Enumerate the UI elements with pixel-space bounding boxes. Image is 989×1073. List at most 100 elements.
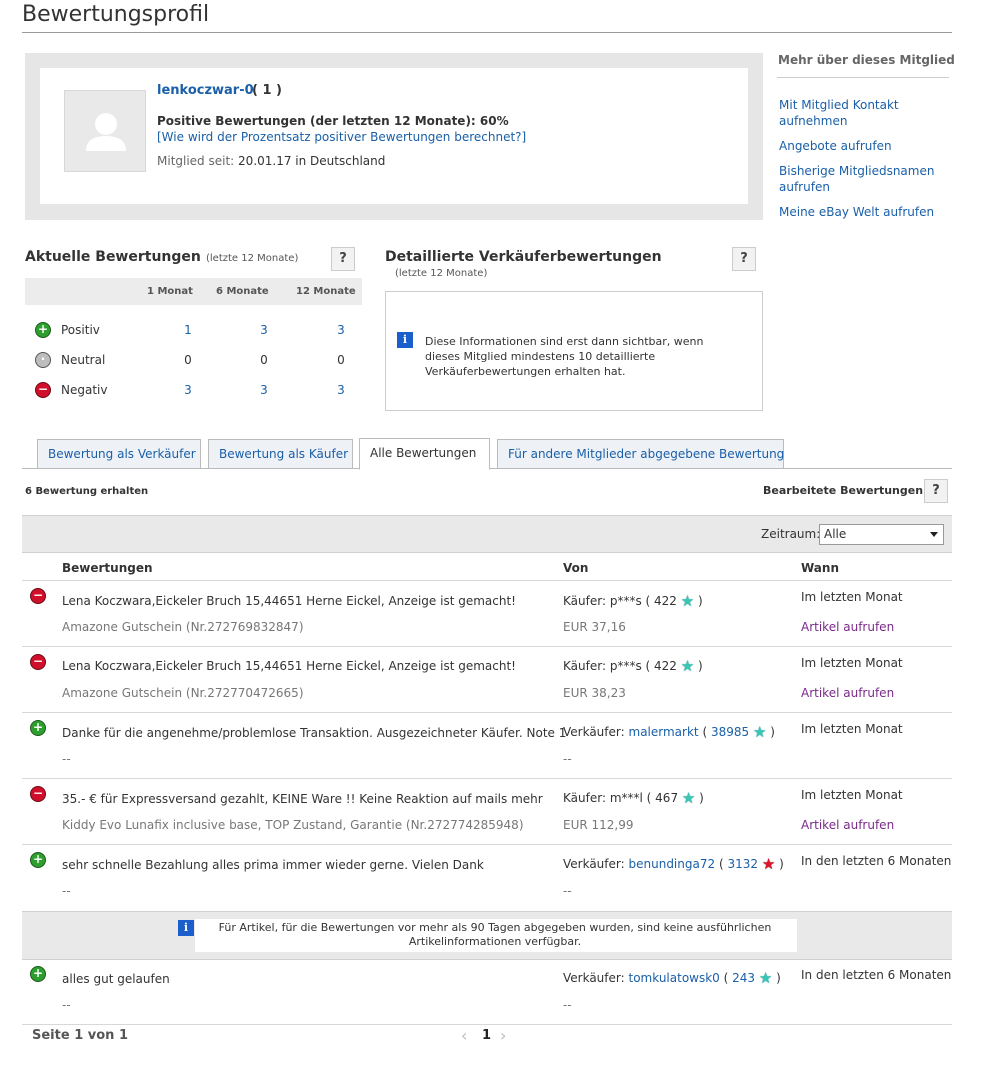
negative-6-months[interactable]: 3 <box>254 383 274 397</box>
row-from: Verkäufer: tomkulatowsk0 ( 243 ★ ) <box>563 969 781 987</box>
user-placeholder-icon <box>86 113 126 151</box>
row-score[interactable]: 38985 <box>711 725 749 739</box>
row-divider <box>22 778 952 779</box>
row-score[interactable]: 3132 <box>727 857 758 871</box>
neutral-6-months: 0 <box>260 353 268 367</box>
row-from: Verkäufer: benundinga72 ( 3132 ★ ) <box>563 855 784 873</box>
star-icon: ★ <box>681 789 696 807</box>
shooting-star-icon: ★ <box>752 723 767 741</box>
row-item: Amazone Gutschein (Nr.272770472665) <box>62 686 304 700</box>
row-comment: Lena Koczwara,Eickeler Bruch 15,44651 He… <box>62 659 516 673</box>
row-price: -- <box>563 998 572 1012</box>
row-score: 422 <box>654 659 677 673</box>
chevron-right-icon[interactable]: › <box>500 1026 506 1045</box>
current-ratings-title: Aktuelle Bewertungen <box>25 249 201 265</box>
chevron-left-icon[interactable]: ‹ <box>461 1026 467 1045</box>
positive-6-months[interactable]: 3 <box>254 323 274 337</box>
sidebar-contact-link[interactable]: Mit Mitglied Kontakt aufnehmen <box>779 97 944 129</box>
row-comment: Danke für die angenehme/problemlose Tran… <box>62 726 567 740</box>
view-item-link[interactable]: Artikel aufrufen <box>801 620 894 634</box>
row-price: EUR 38,23 <box>563 686 626 700</box>
row-divider <box>22 844 952 845</box>
sidebar-divider <box>777 77 949 78</box>
negative-icon: − <box>30 588 46 604</box>
member-since-label: Mitglied seit: <box>157 154 235 168</box>
star-icon: ★ <box>680 657 695 675</box>
row-price: -- <box>563 752 572 766</box>
col-1-month: 1 Monat <box>147 286 193 297</box>
row-when: Im letzten Monat <box>801 722 903 736</box>
positive-label: Positiv <box>61 323 100 337</box>
positive-percentage: Positive Bewertungen (der letzten 12 Mon… <box>157 114 509 128</box>
avatar <box>64 90 146 172</box>
edited-count: Bearbeitete Bewertungen: 0 <box>763 484 939 497</box>
row-comment: 35.- € für Expressversand gezahlt, KEINE… <box>62 792 543 806</box>
row-when: In den letzten 6 Monaten <box>801 968 952 982</box>
sidebar-offers-link[interactable]: Angebote aufrufen <box>779 138 944 154</box>
feedback-score: ( 1 ) <box>252 83 282 98</box>
row-from: Käufer: m***l ( 467 ★ ) <box>563 789 704 807</box>
username-link[interactable]: lenkoczwar-0 <box>157 83 254 98</box>
page-title: Bewertungsprofil <box>22 2 210 27</box>
current-ratings-help-button[interactable]: ? <box>331 247 355 271</box>
row-item: -- <box>62 998 71 1012</box>
star-icon: ★ <box>758 969 773 987</box>
row-divider <box>22 712 952 713</box>
tab-all-ratings[interactable]: Alle Bewertungen <box>359 438 490 470</box>
current-ratings-subtitle: (letzte 12 Monate) <box>206 253 299 264</box>
row-user: p***s <box>609 659 642 673</box>
negative-1-month[interactable]: 3 <box>178 383 198 397</box>
row-item: -- <box>62 884 71 898</box>
row-price: -- <box>563 884 572 898</box>
row-item: Amazone Gutschein (Nr.272769832847) <box>62 620 304 634</box>
edited-help-button[interactable]: ? <box>924 479 948 503</box>
detail-ratings-subtitle: (letzte 12 Monate) <box>395 268 488 279</box>
positive-1-month[interactable]: 1 <box>178 323 198 337</box>
sidebar-my-ebay-link[interactable]: Meine eBay Welt aufrufen <box>779 204 944 220</box>
negative-icon: − <box>35 382 51 398</box>
row-user: p***s <box>609 594 642 608</box>
tab-seller-ratings[interactable]: Bewertung als Verkäufer <box>37 439 201 469</box>
row-comment: sehr schnelle Bezahlung alles prima imme… <box>62 858 484 872</box>
star-icon: ★ <box>761 855 776 873</box>
row-user-link[interactable]: benundinga72 <box>629 857 716 871</box>
row-from: Verkäufer: malermarkt ( 38985 ★ ) <box>563 723 775 741</box>
row-score: 422 <box>654 594 677 608</box>
positive-icon: + <box>30 966 46 982</box>
negative-icon: − <box>30 654 46 670</box>
negative-12-months[interactable]: 3 <box>331 383 351 397</box>
tab-buyer-ratings[interactable]: Bewertung als Käufer <box>208 439 353 469</box>
sidebar-previous-names-link[interactable]: Bisherige Mitgliedsnamen aufrufen <box>779 163 944 195</box>
row-from: Käufer: p***s ( 422 ★ ) <box>563 592 703 610</box>
page-number[interactable]: 1 <box>482 1028 491 1043</box>
row-price: EUR 37,16 <box>563 620 626 634</box>
row-user-link[interactable]: tomkulatowsk0 <box>629 971 720 985</box>
period-select[interactable]: Alle <box>819 524 944 545</box>
period-select-value: Alle <box>824 527 847 541</box>
view-item-link[interactable]: Artikel aufrufen <box>801 818 894 832</box>
negative-label: Negativ <box>61 383 108 397</box>
row-price: EUR 112,99 <box>563 818 634 832</box>
view-item-link[interactable]: Artikel aufrufen <box>801 686 894 700</box>
percentage-help-link[interactable]: [Wie wird der Prozentsatz positiver Bewe… <box>157 130 526 144</box>
neutral-1-month: 0 <box>184 353 192 367</box>
page-info: Seite 1 von 1 <box>32 1028 128 1043</box>
member-since: Mitglied seit: 20.01.17 in Deutschland <box>157 154 385 168</box>
info-icon: i <box>178 920 194 936</box>
header-when: Wann <box>801 561 839 575</box>
detail-ratings-help-button[interactable]: ? <box>732 247 756 271</box>
row-when: In den letzten 6 Monaten <box>801 854 952 868</box>
star-icon: ★ <box>680 592 695 610</box>
row-user-link[interactable]: malermarkt <box>629 725 699 739</box>
row-comment: Lena Koczwara,Eickeler Bruch 15,44651 He… <box>62 594 516 608</box>
header-ratings: Bewertungen <box>62 561 153 575</box>
info-icon: i <box>397 332 413 348</box>
row-score[interactable]: 243 <box>732 971 755 985</box>
received-count: 6 Bewertung erhalten <box>25 486 149 497</box>
tab-given-ratings[interactable]: Für andere Mitglieder abgegebene Bewertu… <box>497 439 784 469</box>
neutral-label: Neutral <box>61 353 106 367</box>
row-from: Käufer: p***s ( 422 ★ ) <box>563 657 703 675</box>
row-score: 467 <box>655 791 679 805</box>
header-from: Von <box>563 561 589 575</box>
positive-12-months[interactable]: 3 <box>331 323 351 337</box>
